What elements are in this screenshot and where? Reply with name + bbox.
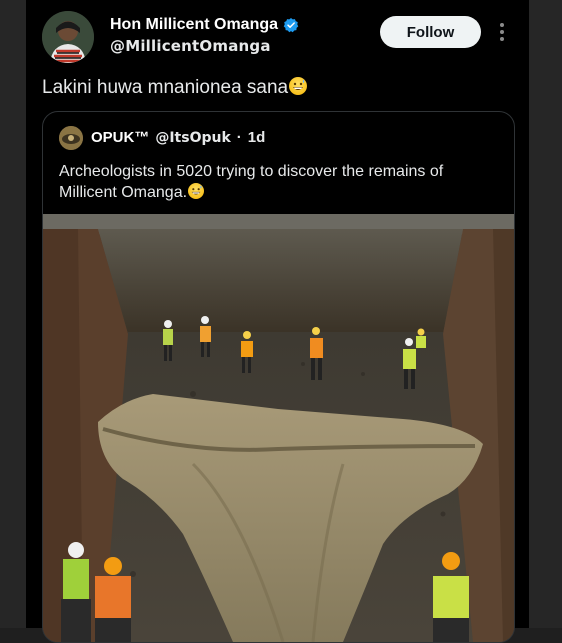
right-margin xyxy=(529,0,562,628)
quoted-header: OPUK™ @ItsOpuk · 1d xyxy=(91,129,265,146)
tweet-text-content: Lakini huwa mnanionea sana xyxy=(42,77,289,98)
author-handle[interactable]: @MillicentOmanga xyxy=(110,37,271,55)
quoted-text-content: Archeologists in 5020 trying to discover… xyxy=(59,163,444,201)
display-name[interactable]: Hon Millicent Omanga xyxy=(110,16,278,34)
quoted-avatar-image xyxy=(59,126,83,150)
grinning-sweat-emoji-icon xyxy=(188,183,205,199)
tweet-card[interactable]: Hon Millicent Omanga @MillicentOmanga Fo… xyxy=(26,0,529,643)
quoted-handle[interactable]: @ItsOpuk xyxy=(155,130,230,146)
quoted-media-image[interactable] xyxy=(43,214,514,642)
avatar[interactable] xyxy=(42,11,94,63)
grinning-sweat-emoji-icon xyxy=(289,77,308,95)
more-options-icon[interactable] xyxy=(496,20,508,44)
follow-button[interactable]: Follow xyxy=(380,16,481,48)
quoted-display-name[interactable]: OPUK™ xyxy=(91,129,149,146)
left-margin xyxy=(0,0,26,628)
tweet-text: Lakini huwa mnanionea sana xyxy=(42,77,308,99)
quoted-timestamp[interactable]: 1d xyxy=(248,129,266,146)
author-name-row[interactable]: Hon Millicent Omanga xyxy=(110,16,299,34)
quoted-tweet[interactable]: OPUK™ @ItsOpuk · 1d Archeologists in 502… xyxy=(42,111,515,643)
verified-badge-icon xyxy=(283,18,299,33)
quoted-text: Archeologists in 5020 trying to discover… xyxy=(59,161,499,203)
quoted-avatar[interactable] xyxy=(59,126,83,150)
avatar-image xyxy=(42,11,94,63)
quoted-separator: · xyxy=(236,129,242,146)
